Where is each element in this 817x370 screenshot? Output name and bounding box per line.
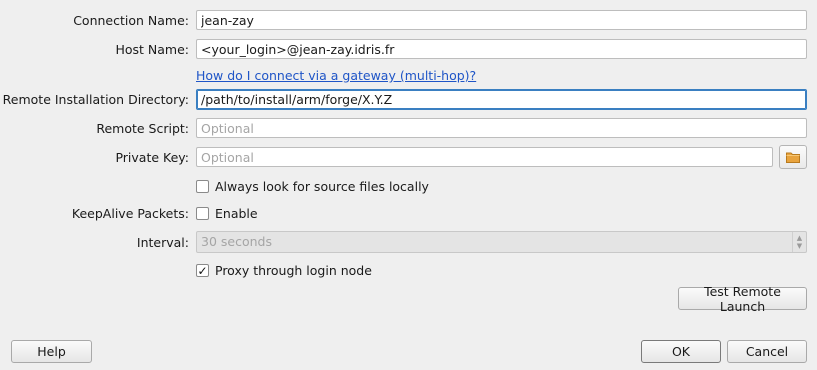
interval-value: 30 seconds — [201, 234, 272, 249]
gateway-help-link[interactable]: How do I connect via a gateway (multi-ho… — [196, 68, 476, 83]
browse-private-key-button[interactable] — [779, 145, 807, 169]
connection-name-input[interactable] — [196, 10, 807, 30]
test-remote-launch-button[interactable]: Test Remote Launch — [678, 284, 807, 314]
private-key-input[interactable] — [196, 147, 773, 167]
spinner-arrows-icon[interactable]: ▲ ▼ — [792, 232, 806, 252]
host-name-label: Host Name: — [115, 42, 189, 57]
proxy-login-node-option[interactable]: ✓ Proxy through login node — [196, 263, 372, 278]
private-key-label: Private Key: — [115, 150, 189, 165]
connection-name-label: Connection Name: — [73, 13, 189, 28]
keepalive-enable-label: Enable — [215, 206, 258, 221]
keepalive-label: KeepAlive Packets: — [71, 206, 189, 221]
remote-install-dir-label: Remote Installation Directory: — [2, 92, 189, 107]
help-button[interactable]: Help — [11, 340, 92, 363]
ok-button[interactable]: OK — [641, 340, 721, 363]
always-look-locally-label: Always look for source files locally — [215, 179, 429, 194]
interval-spinbox[interactable]: 30 seconds ▲ ▼ — [196, 231, 807, 253]
always-look-locally-checkbox[interactable] — [196, 180, 209, 193]
host-name-input[interactable] — [196, 39, 807, 59]
cancel-button[interactable]: Cancel — [727, 340, 807, 363]
remote-script-input[interactable] — [196, 118, 807, 138]
keepalive-enable-option[interactable]: Enable — [196, 206, 258, 221]
remote-script-label: Remote Script: — [96, 121, 189, 136]
always-look-locally-option[interactable]: Always look for source files locally — [196, 179, 429, 194]
proxy-login-node-checkbox[interactable]: ✓ — [196, 264, 209, 277]
proxy-login-node-label: Proxy through login node — [215, 263, 372, 278]
keepalive-enable-checkbox[interactable] — [196, 207, 209, 220]
folder-icon — [786, 152, 800, 163]
remote-install-dir-input[interactable] — [196, 89, 807, 110]
interval-label: Interval: — [136, 235, 189, 250]
